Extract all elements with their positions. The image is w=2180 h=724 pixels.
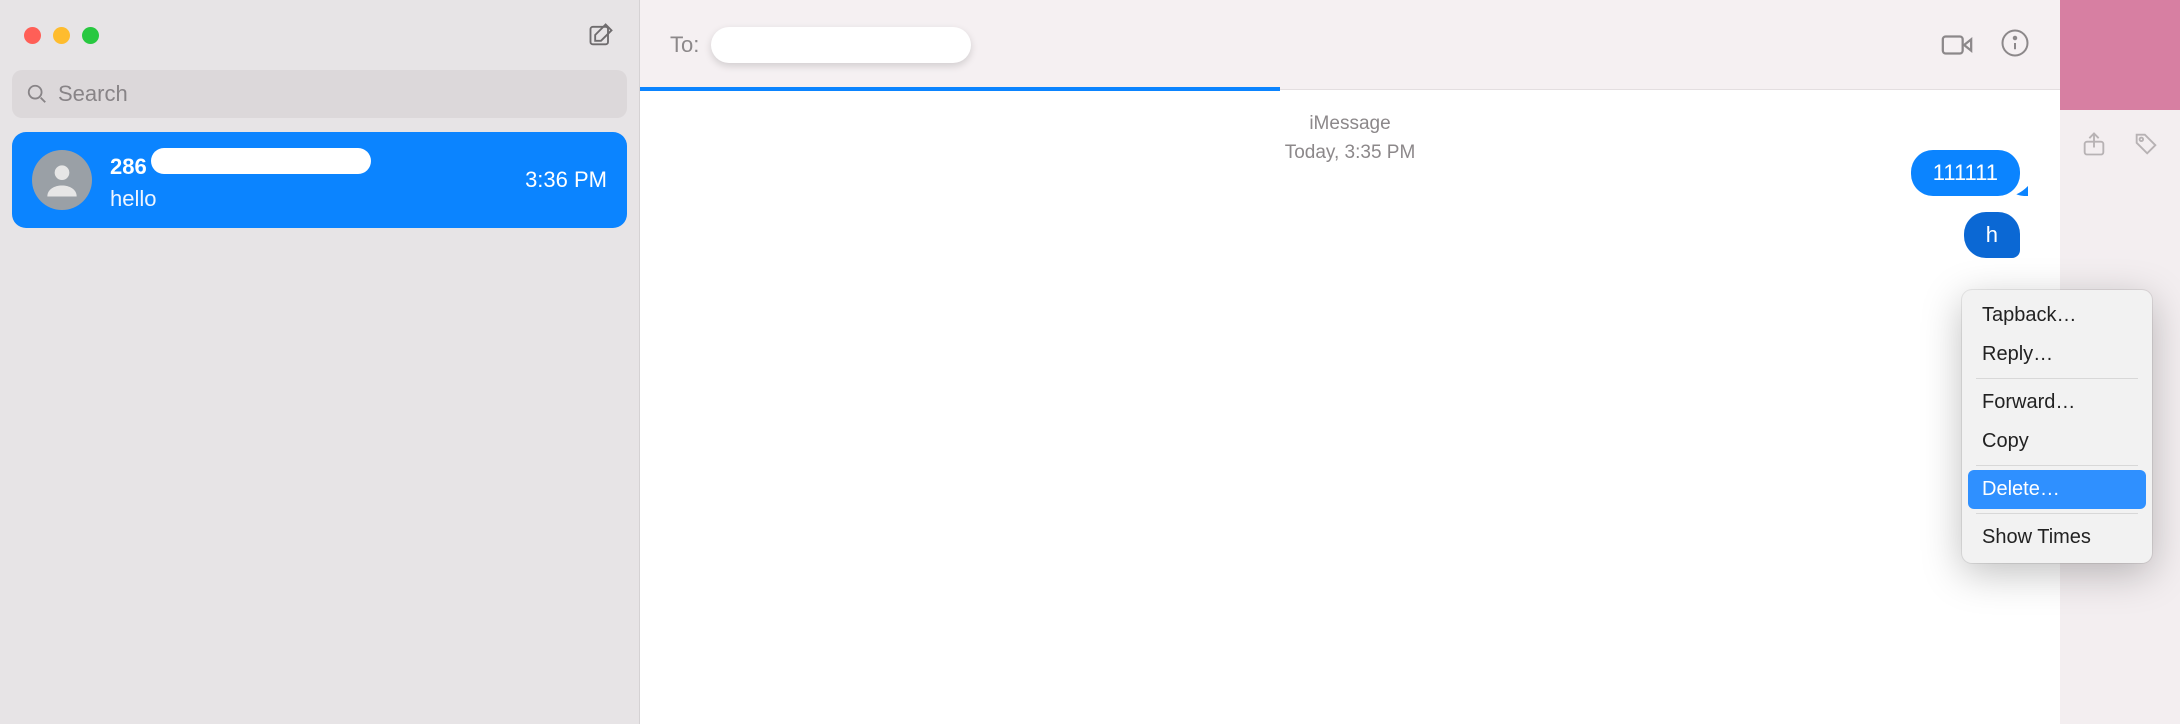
menu-separator bbox=[1976, 465, 2138, 466]
share-icon bbox=[2080, 130, 2108, 158]
search-placeholder: Search bbox=[58, 81, 128, 107]
menu-tapback[interactable]: Tapback… bbox=[1968, 296, 2146, 335]
search-icon bbox=[26, 83, 48, 105]
time-label: Today, 3:35 PM bbox=[1285, 142, 1416, 163]
conversation-list: 286 hello 3:36 PM bbox=[0, 132, 639, 228]
facetime-icon[interactable] bbox=[1940, 28, 1974, 62]
context-menu: Tapback… Reply… Forward… Copy Delete… Sh… bbox=[1962, 290, 2152, 563]
message-text: h bbox=[1986, 222, 1998, 247]
conversation-time: 3:36 PM bbox=[525, 167, 607, 193]
menu-reply[interactable]: Reply… bbox=[1968, 335, 2146, 374]
compose-icon bbox=[587, 21, 615, 49]
redacted-name bbox=[151, 148, 371, 174]
background-toolbar-icons bbox=[2080, 130, 2160, 158]
chat-header: To: bbox=[640, 0, 2060, 90]
titlebar bbox=[0, 0, 639, 70]
chat-header-actions bbox=[1940, 28, 2030, 62]
menu-copy[interactable]: Copy bbox=[1968, 422, 2146, 461]
compose-button[interactable] bbox=[587, 21, 615, 49]
messages-window: Search 286 hello 3:36 PM To: bbox=[0, 0, 2060, 724]
conversation-info: 286 hello bbox=[110, 148, 507, 212]
menu-separator bbox=[1976, 378, 2138, 379]
sidebar: Search 286 hello 3:36 PM bbox=[0, 0, 640, 724]
menu-delete[interactable]: Delete… bbox=[1968, 470, 2146, 509]
tag-icon bbox=[2132, 130, 2160, 158]
menu-separator bbox=[1976, 513, 2138, 514]
minimize-window-button[interactable] bbox=[53, 27, 70, 44]
person-icon bbox=[40, 158, 84, 202]
search-input[interactable]: Search bbox=[12, 70, 627, 118]
to-label: To: bbox=[670, 32, 699, 58]
conversation-name: 286 bbox=[110, 154, 147, 180]
menu-show-times[interactable]: Show Times bbox=[1968, 518, 2146, 557]
info-icon[interactable] bbox=[2000, 28, 2030, 58]
message-bubble-1[interactable]: 111111 bbox=[1911, 150, 2020, 196]
message-text: 111111 bbox=[1933, 160, 1998, 185]
menu-forward[interactable]: Forward… bbox=[1968, 383, 2146, 422]
chat-body: iMessage Today, 3:35 PM 111111 h bbox=[640, 90, 2060, 724]
avatar bbox=[32, 150, 92, 210]
fullscreen-window-button[interactable] bbox=[82, 27, 99, 44]
chat-panel: To: iMessage Today, 3:35 PM 111111 h bbox=[640, 0, 2060, 724]
conversation-preview: hello bbox=[110, 186, 507, 212]
window-controls bbox=[24, 27, 99, 44]
conversation-item[interactable]: 286 hello 3:36 PM bbox=[12, 132, 627, 228]
service-label: iMessage bbox=[640, 110, 2060, 139]
message-bubble-2[interactable]: h bbox=[1964, 212, 2020, 258]
to-field-redacted[interactable] bbox=[711, 27, 971, 63]
background-accent bbox=[2060, 0, 2180, 110]
search-wrap: Search bbox=[0, 70, 639, 132]
timestamp-label: iMessage Today, 3:35 PM bbox=[640, 110, 2060, 167]
message-bubbles: 111111 h bbox=[1911, 150, 2020, 258]
close-window-button[interactable] bbox=[24, 27, 41, 44]
